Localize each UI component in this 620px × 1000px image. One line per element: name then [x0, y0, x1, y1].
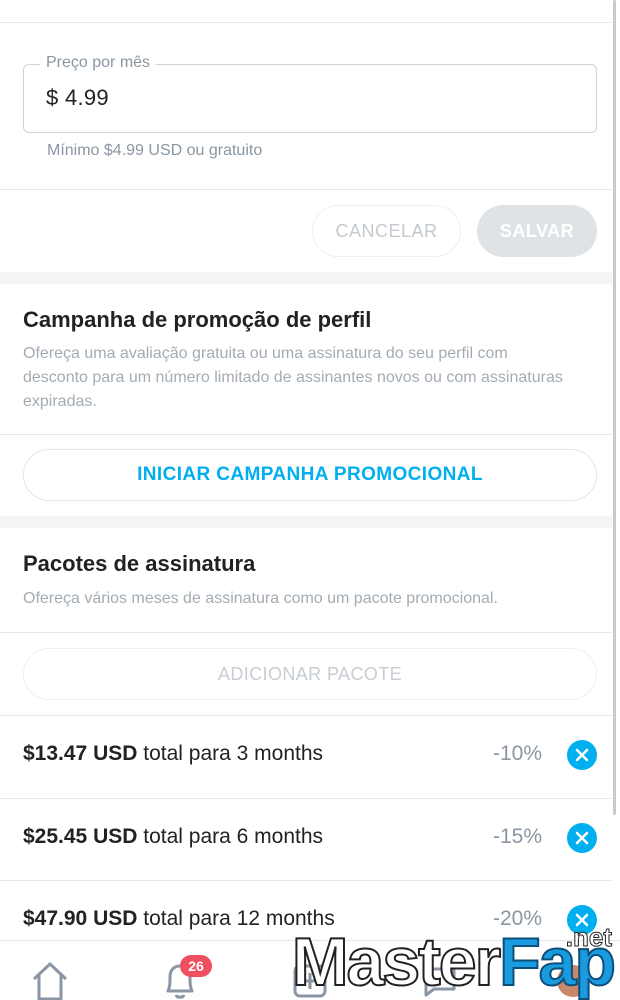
- home-icon[interactable]: [30, 959, 70, 1000]
- watermark-suffix: .net: [565, 922, 612, 953]
- promotion-description: Ofereça uma avaliação gratuita ou uma as…: [23, 345, 563, 410]
- bundle-amount: $47.90 USD: [23, 907, 138, 930]
- bundle-row: $13.47 USD total para 3 months -10%: [0, 716, 612, 798]
- section-separator: [0, 516, 612, 528]
- scrollbar[interactable]: [613, 0, 616, 815]
- bundles-title: Pacotes de assinatura: [23, 551, 256, 576]
- close-icon: [575, 748, 589, 762]
- save-button[interactable]: SALVAR: [477, 205, 597, 257]
- bundle-summary: $47.90 USD total para 12 months: [23, 907, 335, 931]
- bundle-duration: total para 3 months: [137, 742, 324, 765]
- divider: [0, 22, 612, 23]
- bundle-amount: $13.47 USD: [23, 742, 138, 765]
- section-separator: [0, 272, 612, 284]
- bundle-row: $25.45 USD total para 6 months -15%: [0, 799, 612, 881]
- divider: [0, 632, 612, 633]
- price-hint: Mínimo $4.99 USD ou gratuito: [47, 142, 263, 159]
- promotion-title: Campanha de promoção de perfil: [23, 307, 372, 332]
- bundle-amount: $25.45 USD: [23, 825, 138, 848]
- price-input[interactable]: Preço por mês $ 4.99: [23, 54, 597, 133]
- divider: [0, 189, 612, 190]
- remove-bundle-button[interactable]: [567, 740, 597, 770]
- bundles-description: Ofereça vários meses de assinatura como …: [23, 590, 498, 607]
- bundle-duration: total para 6 months: [137, 825, 324, 848]
- start-promotion-button[interactable]: INICIAR CAMPANHA PROMOCIONAL: [23, 449, 597, 501]
- price-value[interactable]: $ 4.99: [46, 85, 109, 111]
- watermark-text: Master: [291, 924, 502, 1000]
- divider: [0, 434, 612, 435]
- close-icon: [575, 831, 589, 845]
- add-bundle-button[interactable]: ADICIONAR PACOTE: [23, 648, 597, 700]
- bundle-summary: $13.47 USD total para 3 months: [23, 742, 323, 766]
- remove-bundle-button[interactable]: [567, 823, 597, 853]
- bundle-summary: $25.45 USD total para 6 months: [23, 825, 323, 849]
- bundle-discount: -10%: [492, 742, 542, 765]
- notification-badge: 26: [180, 955, 212, 977]
- cancel-button[interactable]: CANCELAR: [312, 205, 461, 257]
- price-label: Preço por mês: [40, 54, 157, 72]
- bundle-discount: -15%: [492, 825, 542, 848]
